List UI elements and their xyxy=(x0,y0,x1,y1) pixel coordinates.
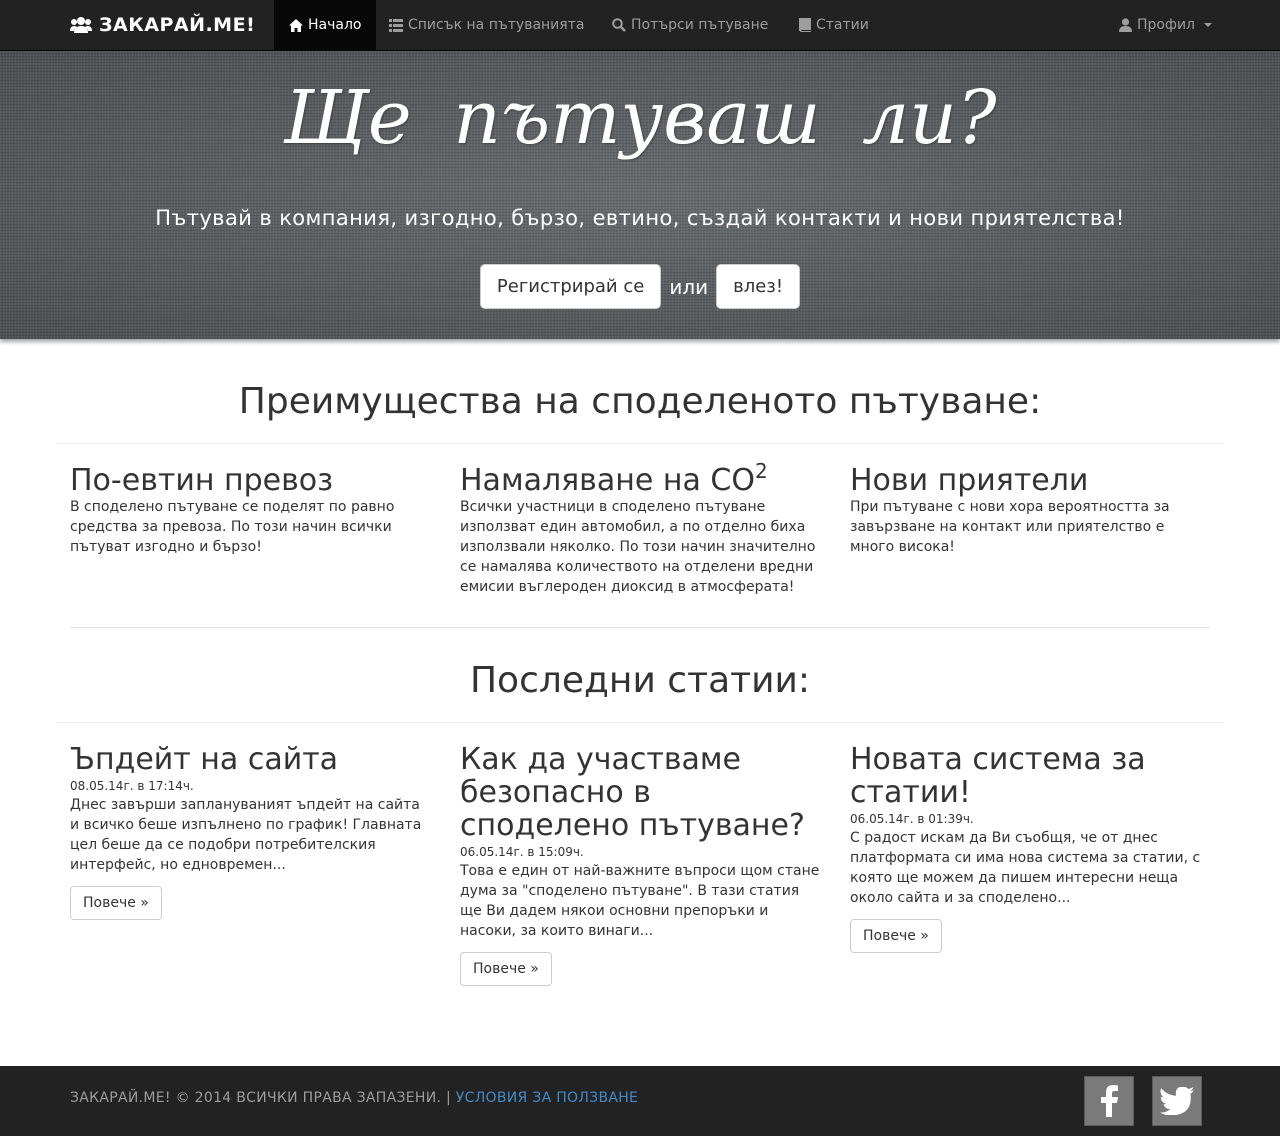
user-icon xyxy=(1119,18,1132,32)
benefits-title: Преимущества на споделеното пътуване: xyxy=(238,381,1042,422)
top-navbar: ЗАКАРАЙ.МЕ! Начало Списък на пътуванията… xyxy=(0,0,1280,51)
brand-logo[interactable]: ЗАКАРАЙ.МЕ! xyxy=(70,0,255,50)
benefit-title: Намаляване на CO2 xyxy=(460,461,820,498)
article-date: 06.05.14г. в 01:39ч. xyxy=(850,812,974,826)
facebook-button[interactable] xyxy=(1084,1076,1134,1126)
divider xyxy=(56,722,1224,723)
benefit-item: Намаляване на CO2 Всички участници в спо… xyxy=(460,461,820,597)
article-title[interactable]: Новата система за статии! xyxy=(850,743,1210,809)
nav-home[interactable]: Начало xyxy=(274,0,377,50)
benefit-item: По-евтин превоз В споделено пътуване се … xyxy=(70,464,430,557)
twitter-icon xyxy=(1160,1087,1194,1115)
hero-title: Ще пътуваш ли? xyxy=(283,75,997,161)
hero-banner: Ще пътуваш ли? Пътувай в компания, изгод… xyxy=(0,51,1280,339)
divider xyxy=(70,627,1210,628)
article-title[interactable]: Ъпдейт на сайта xyxy=(70,743,430,776)
benefit-text: При пътуване с нови хора вероятността за… xyxy=(850,499,1170,555)
article-excerpt: Това е един от най-важните въпроси щом с… xyxy=(460,863,820,939)
read-more-button[interactable]: Повече » xyxy=(850,919,942,953)
co2-subscript: 2 xyxy=(754,459,768,483)
divider xyxy=(56,443,1224,444)
nav-search-trip-label: Потърси пътуване xyxy=(631,17,769,33)
chevron-down-icon xyxy=(1204,23,1212,27)
nav-home-label: Начало xyxy=(308,17,362,33)
article-card: Как да участваме безопасно в споделено п… xyxy=(460,743,820,986)
article-title[interactable]: Как да участваме безопасно в споделено п… xyxy=(460,743,820,842)
article-excerpt: С радост искам да Ви съобщя, че от днес … xyxy=(850,830,1201,906)
article-date: 06.05.14г. в 15:09ч. xyxy=(460,845,584,859)
read-more-button[interactable]: Повече » xyxy=(70,886,162,920)
article-date: 08.05.14г. в 17:14ч. xyxy=(70,779,194,793)
footer-copyright: ЗАКАРАЙ.МЕ! © 2014 ВСИЧКИ ПРАВА ЗАПАЗЕНИ… xyxy=(70,1090,452,1106)
footer: ЗАКАРАЙ.МЕ! © 2014 ВСИЧКИ ПРАВА ЗАПАЗЕНИ… xyxy=(0,1066,1280,1136)
nav-profile-label: Профил xyxy=(1137,17,1195,33)
hero-actions: Регистрирай се или влез! xyxy=(0,264,1280,309)
footer-text: ЗАКАРАЙ.МЕ! © 2014 ВСИЧКИ ПРАВА ЗАПАЗЕНИ… xyxy=(70,1090,638,1106)
nav-articles-label: Статии xyxy=(816,17,869,33)
nav-articles[interactable]: Статии xyxy=(799,0,869,50)
benefit-title: Нови приятели xyxy=(850,463,1089,498)
benefit-text: Всички участници в споделено пътуване из… xyxy=(460,499,816,595)
read-more-button[interactable]: Повече » xyxy=(460,952,552,986)
benefit-item: Нови приятели При пътуване с нови хора в… xyxy=(850,464,1210,557)
list-icon xyxy=(389,18,403,32)
search-icon xyxy=(612,18,626,32)
register-button[interactable]: Регистрирай се xyxy=(479,264,662,309)
nav-profile-dropdown[interactable]: Профил xyxy=(1119,0,1212,50)
article-card: Новата система за статии! 06.05.14г. в 0… xyxy=(850,743,1210,953)
nav-trips-list[interactable]: Списък на пътуванията xyxy=(389,0,584,50)
articles-title: Последни статии: xyxy=(469,660,811,701)
twitter-button[interactable] xyxy=(1152,1076,1202,1126)
hero-subtitle: Пътувай в компания, изгодно, бързо, евти… xyxy=(155,206,1125,230)
article-card: Ъпдейт на сайта 08.05.14г. в 17:14ч. Дне… xyxy=(70,743,430,920)
login-button[interactable]: влез! xyxy=(716,264,801,309)
article-excerpt: Днес завърши заплануваният ъпдейт на сай… xyxy=(70,797,422,873)
nav-search-trip[interactable]: Потърси пътуване xyxy=(612,0,768,50)
benefit-title: По-евтин превоз xyxy=(70,463,334,498)
home-icon xyxy=(289,18,303,32)
nav-trips-list-label: Списък на пътуванията xyxy=(408,17,585,33)
terms-link[interactable]: УСЛОВИЯ ЗА ПОЛЗВАНЕ xyxy=(456,1090,638,1106)
hero-or-text: или xyxy=(669,274,709,299)
brand-name: ЗАКАРАЙ.МЕ! xyxy=(99,14,256,36)
facebook-icon xyxy=(1101,1085,1118,1117)
users-icon xyxy=(70,17,92,33)
benefit-title-text: Намаляване на CO xyxy=(460,463,755,498)
book-icon xyxy=(799,18,811,32)
benefit-text: В споделено пътуване се поделят по равно… xyxy=(70,499,395,555)
